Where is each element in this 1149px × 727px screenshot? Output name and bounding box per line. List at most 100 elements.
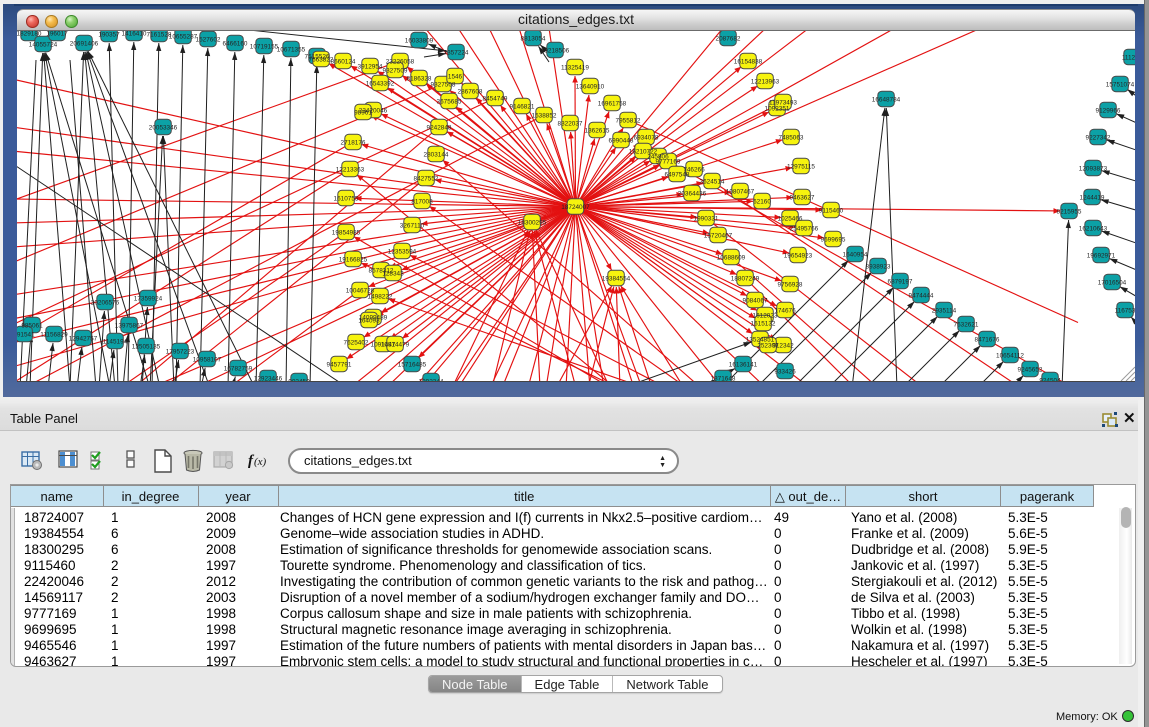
svg-text:924504: 924504 xyxy=(1039,377,1061,382)
svg-text:19166825: 19166825 xyxy=(339,256,368,263)
svg-text:1640954: 1640954 xyxy=(843,251,868,258)
svg-text:2935114: 2935114 xyxy=(932,307,957,314)
svg-text:17957223: 17957223 xyxy=(166,348,195,355)
svg-text:20691406: 20691406 xyxy=(70,40,99,47)
svg-text:116753: 116753 xyxy=(1115,307,1135,314)
svg-text:1990331: 1990331 xyxy=(694,215,719,222)
svg-text:10688609: 10688609 xyxy=(717,254,746,261)
svg-text:1527602: 1527602 xyxy=(196,36,221,43)
svg-text:11325419: 11325419 xyxy=(561,64,589,71)
svg-text:10671355: 10671355 xyxy=(277,46,306,53)
svg-text:3267110: 3267110 xyxy=(400,222,425,229)
svg-text:7485063: 7485063 xyxy=(779,134,804,141)
svg-text:2867608: 2867608 xyxy=(458,88,483,95)
svg-text:10807467: 10807467 xyxy=(726,188,755,195)
svg-text:8938923: 8938923 xyxy=(866,263,891,270)
svg-text:16961758: 16961758 xyxy=(598,100,627,107)
svg-text:12353594: 12353594 xyxy=(388,248,417,255)
svg-text:902450: 902450 xyxy=(288,378,310,382)
svg-text:9129966: 9129966 xyxy=(1096,107,1121,114)
svg-text:6934078: 6934078 xyxy=(634,134,659,141)
svg-text:1092351: 1092351 xyxy=(765,105,790,112)
svg-text:13975867: 13975867 xyxy=(115,322,144,329)
svg-text:(x): (x) xyxy=(254,456,267,468)
svg-text:9756928: 9756928 xyxy=(778,281,803,288)
svg-text:15720407: 15720407 xyxy=(704,232,733,239)
svg-text:19854985: 19854985 xyxy=(332,229,361,236)
svg-text:1610755: 1610755 xyxy=(334,195,359,202)
svg-text:9457791: 9457791 xyxy=(327,361,352,368)
svg-text:1612023: 1612023 xyxy=(753,312,778,319)
svg-text:9245652: 9245652 xyxy=(1018,366,1043,373)
svg-text:17359924: 17359924 xyxy=(134,295,163,302)
svg-text:1615132: 1615132 xyxy=(751,320,776,327)
svg-text:196017: 196017 xyxy=(46,31,68,37)
svg-text:19218506: 19218506 xyxy=(541,47,570,54)
svg-text:12975115: 12975115 xyxy=(787,163,815,170)
svg-text:14055724: 14055724 xyxy=(29,41,58,48)
svg-text:9327508: 9327508 xyxy=(431,81,456,88)
svg-text:10958107: 10958107 xyxy=(193,356,222,363)
svg-text:18807249: 18807249 xyxy=(731,275,760,282)
svg-text:18300295: 18300295 xyxy=(518,219,547,226)
svg-text:18724007: 18724007 xyxy=(561,204,590,211)
svg-text:10719155: 10719155 xyxy=(250,43,279,50)
svg-text:13640910: 13640910 xyxy=(576,83,605,90)
svg-text:3912954: 3912954 xyxy=(358,63,383,70)
svg-text:1416410: 1416410 xyxy=(122,31,147,37)
svg-text:62160: 62160 xyxy=(753,198,771,205)
svg-text:19384554: 19384554 xyxy=(602,275,631,282)
svg-text:8215955: 8215955 xyxy=(1057,208,1082,215)
svg-text:9227342: 9227342 xyxy=(1086,134,1111,141)
svg-text:16543392: 16543392 xyxy=(366,80,395,87)
svg-text:252307: 252307 xyxy=(757,342,779,349)
svg-text:3624514: 3624514 xyxy=(700,178,725,185)
svg-text:1145194: 1145194 xyxy=(103,338,128,345)
svg-text:1546: 1546 xyxy=(448,73,463,80)
svg-text:17016504: 17016504 xyxy=(1098,279,1127,286)
svg-text:1244419: 1244419 xyxy=(1080,194,1105,201)
svg-text:8471676: 8471676 xyxy=(975,336,1000,343)
svg-text:12093873: 12093873 xyxy=(1079,165,1108,172)
svg-text:1362615: 1362615 xyxy=(585,127,610,134)
svg-text:10654112: 10654112 xyxy=(996,352,1024,359)
svg-text:7625402: 7625402 xyxy=(344,339,369,346)
svg-text:2718176: 2718176 xyxy=(341,139,366,146)
svg-text:9474444: 9474444 xyxy=(909,292,934,299)
svg-text:98961: 98961 xyxy=(354,109,372,116)
svg-text:20364436: 20364436 xyxy=(678,190,707,197)
svg-text:12505135: 12505135 xyxy=(132,343,161,350)
svg-text:12213363: 12213363 xyxy=(336,166,365,173)
svg-text:6466160: 6466160 xyxy=(223,40,248,47)
svg-text:16648784: 16648784 xyxy=(872,96,901,103)
svg-text:174676: 174676 xyxy=(774,307,796,314)
svg-text:1829180: 1829180 xyxy=(17,31,42,37)
svg-text:1292344: 1292344 xyxy=(419,378,444,382)
svg-text:16154838: 16154838 xyxy=(734,58,763,65)
svg-text:15716485: 15716485 xyxy=(398,361,427,368)
svg-text:9699695: 9699695 xyxy=(821,236,846,243)
svg-text:9146821: 9146821 xyxy=(510,103,535,110)
svg-text:19654923: 19654923 xyxy=(784,252,813,259)
svg-text:12923446: 12923446 xyxy=(254,375,283,382)
svg-text:111273: 111273 xyxy=(1122,54,1135,61)
svg-text:9084067: 9084067 xyxy=(743,297,768,304)
svg-text:8322037: 8322037 xyxy=(558,120,583,127)
svg-text:7955812: 7955812 xyxy=(616,117,641,124)
svg-text:16033809: 16033809 xyxy=(405,37,434,44)
svg-text:1371648: 1371648 xyxy=(711,375,736,382)
svg-text:11973493: 11973493 xyxy=(769,99,797,106)
svg-text:10655287: 10655287 xyxy=(169,33,198,40)
svg-text:16136141: 16136141 xyxy=(729,361,758,368)
svg-text:12213963: 12213963 xyxy=(751,78,780,85)
svg-text:7357224: 7357224 xyxy=(444,49,469,56)
svg-text:16210643: 16210643 xyxy=(1079,225,1108,232)
svg-text:19692971: 19692971 xyxy=(1087,252,1116,259)
svg-text:20206576: 20206576 xyxy=(91,299,120,306)
svg-text:6879197: 6879197 xyxy=(888,278,913,285)
svg-text:9115460: 9115460 xyxy=(819,207,844,214)
svg-text:7632621: 7632621 xyxy=(954,321,979,328)
svg-text:2803144: 2803144 xyxy=(424,151,449,158)
svg-text:164093: 164093 xyxy=(358,317,380,324)
svg-text:8186328: 8186328 xyxy=(407,75,432,82)
